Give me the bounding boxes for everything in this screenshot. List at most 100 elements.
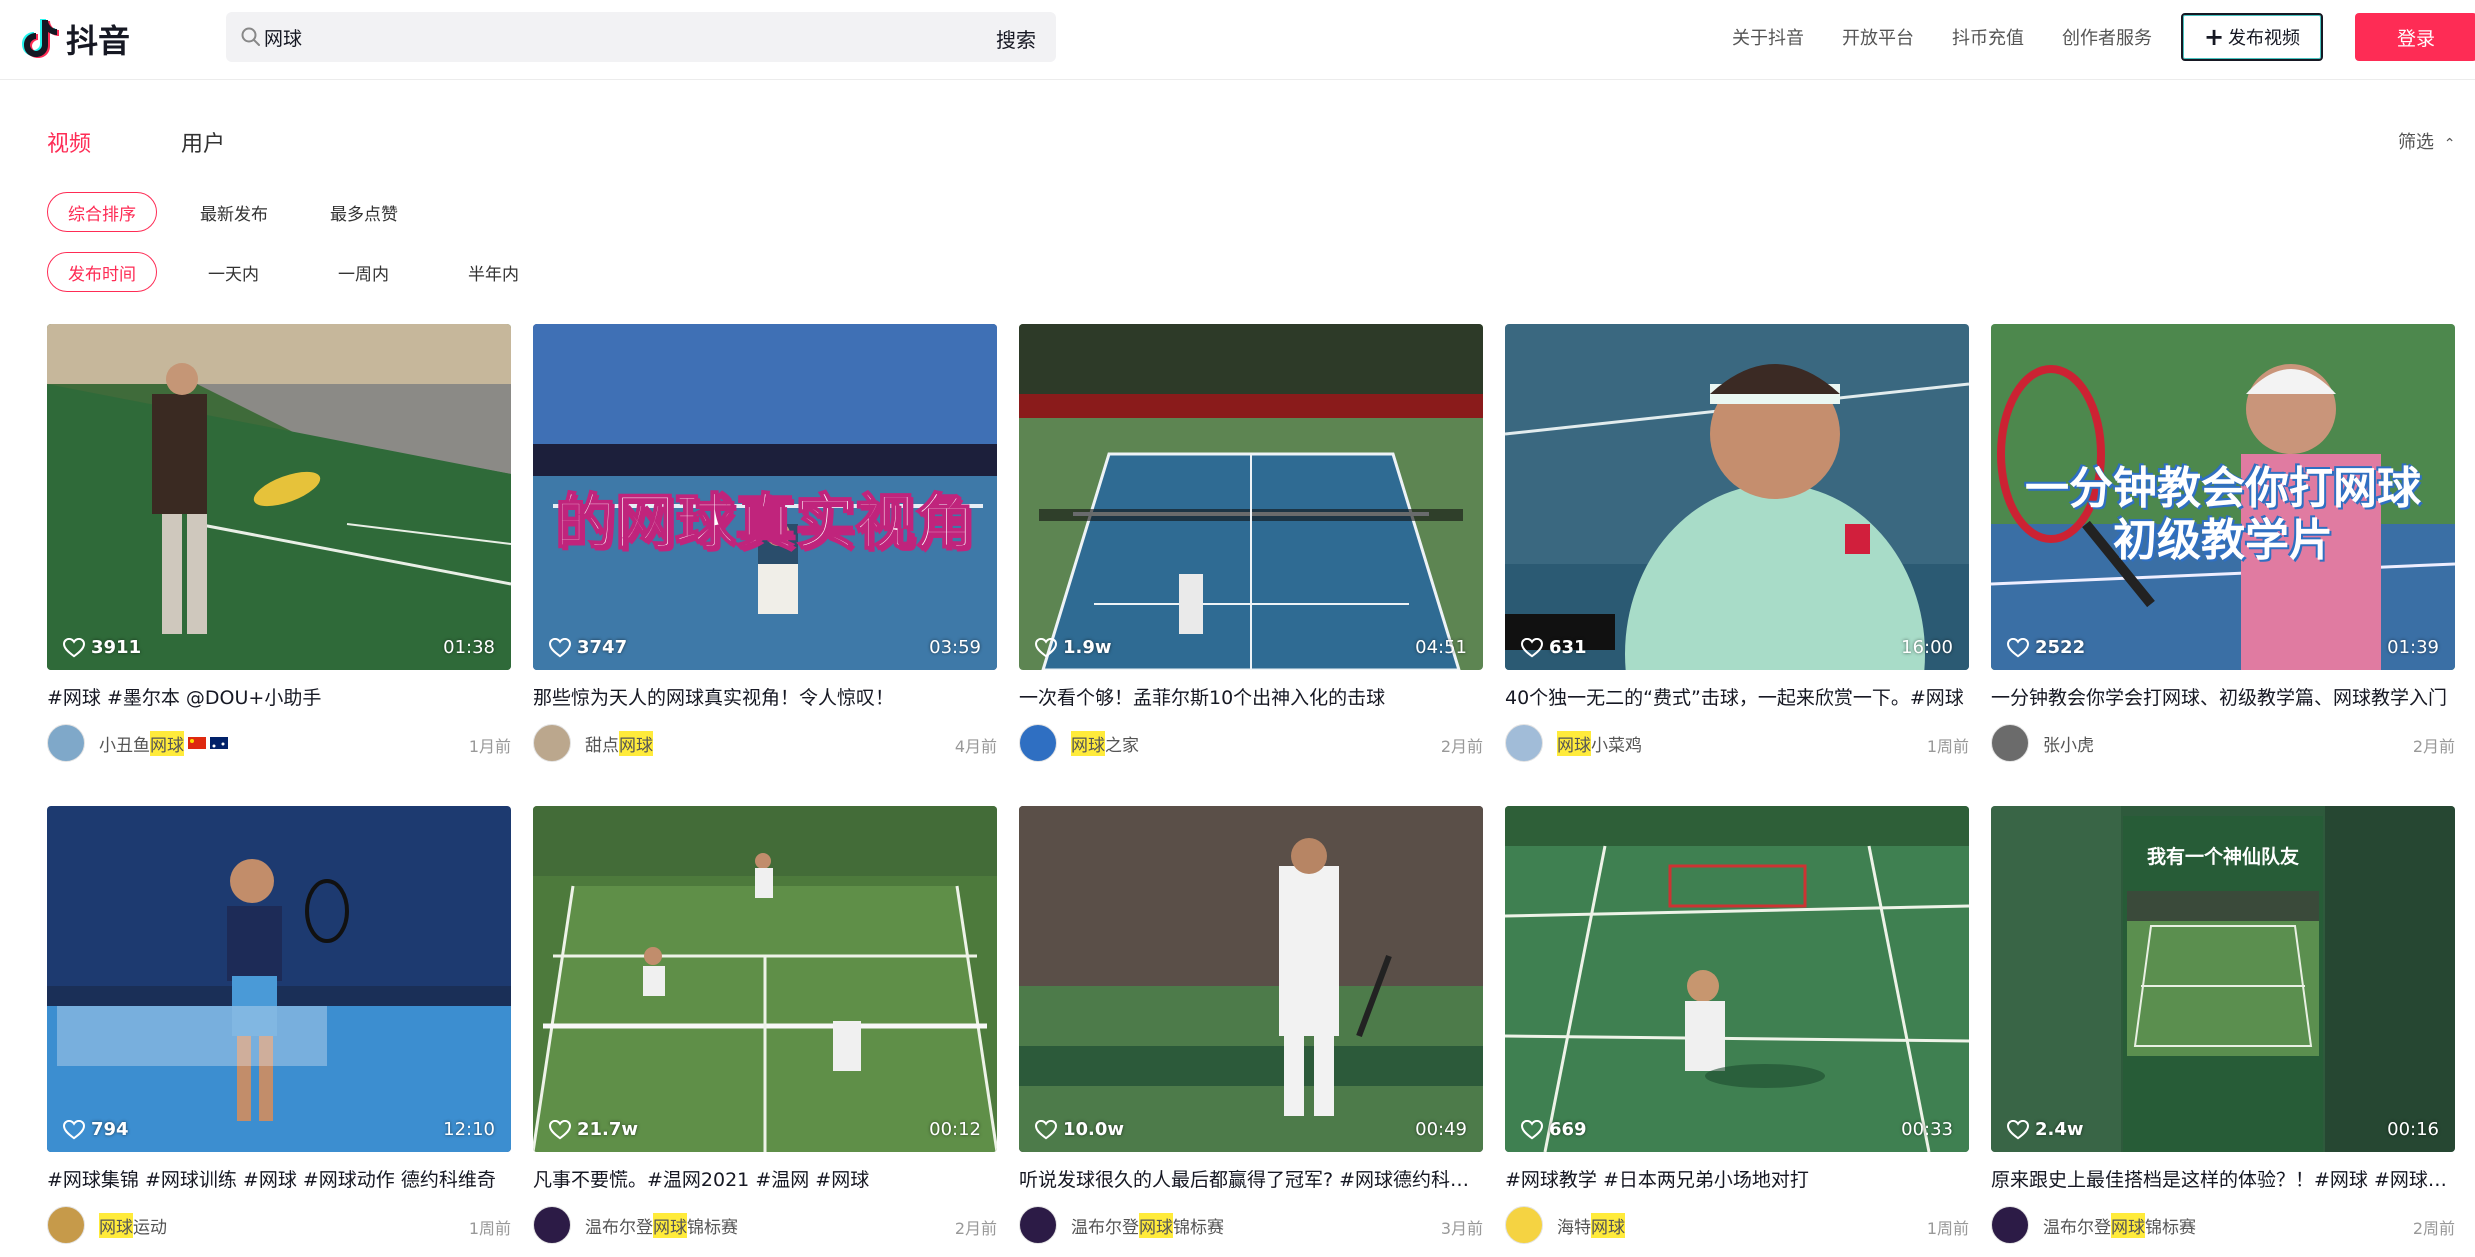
video-thumbnail[interactable]: 我有一个神仙队友 2.4w 00:16 [1991,806,2455,1152]
plus-icon: + [2203,23,2225,51]
author-name[interactable]: 小丑鱼 网球 [99,730,228,756]
video-thumbnail[interactable]: 的网球真实视角 3747 03:59 [533,324,997,670]
nav-open-platform[interactable]: 开放平台 [1842,24,1914,50]
search-button[interactable]: 搜索 [996,24,1036,53]
avatar[interactable] [47,1206,85,1244]
like-count-value: 10.0w [1063,1119,1125,1140]
video-card[interactable]: 794 12:10 #网球集锦 #网球训练 #网球 #网球动作 德约科维奇 网球… [47,806,511,1244]
avatar[interactable] [1505,1206,1543,1244]
sort-chip-comprehensive[interactable]: 综合排序 [47,192,157,232]
time-chip-half-year[interactable]: 半年内 [448,252,539,292]
author-name-highlight: 网球 [653,1212,687,1238]
douyin-logo[interactable]: 抖音 [22,16,130,62]
video-card[interactable]: 669 00:33 #网球教学 #日本两兄弟小场地对打 海特 网球 1周前 [1505,806,1969,1244]
video-title[interactable]: 听说发球很久的人最后都赢得了冠军? #网球德约科维奇 [1019,1166,1483,1194]
video-thumbnail[interactable]: 631 16:00 [1505,324,1969,670]
author-name[interactable]: 网球 之家 [1071,730,1139,756]
tab-video[interactable]: 视频 [47,126,91,158]
sort-chip-newest[interactable]: 最新发布 [180,192,288,232]
video-card[interactable]: 10.0w 00:49 听说发球很久的人最后都赢得了冠军? #网球德约科维奇 温… [1019,806,1483,1244]
author-name[interactable]: 温布尔登 网球 锦标赛 [1071,1212,1224,1238]
author-name[interactable]: 甜点 网球 [585,730,653,756]
avatar[interactable] [1019,1206,1057,1244]
video-duration: 01:39 [2387,637,2439,658]
video-card[interactable]: 的网球真实视角 3747 03:59 那些惊为天人的网球真实视角！令人惊叹！ 甜… [533,324,997,762]
nav-about[interactable]: 关于抖音 [1732,24,1804,50]
avatar[interactable] [1991,724,2029,762]
video-cover-image [1019,324,1483,670]
like-count: 1.9w [1035,637,1112,658]
video-card[interactable]: 631 16:00 40个独一无二的“费式”击球，一起来欣赏一下。#网球 网球小… [1505,324,1969,762]
video-card[interactable]: 1.9w 04:51 一次看个够！孟菲尔斯10个出神入化的击球 网球 之家 2月前 [1019,324,1483,762]
author-name-highlight: 网球 [150,730,184,756]
video-card[interactable]: 一分钟教会你打网球 初级教学片 2522 01:39 一分钟教会你学会打网球、初… [1991,324,2455,762]
video-meta: 海特 网球 1周前 [1505,1206,1969,1244]
video-title[interactable]: 凡事不要慌。#温网2021 #温网 #网球 [533,1166,997,1194]
video-thumbnail[interactable]: 10.0w 00:49 [1019,806,1483,1152]
video-title[interactable]: 一次看个够！孟菲尔斯10个出神入化的击球 [1019,684,1483,712]
video-meta: 小丑鱼 网球 1月前 [47,724,511,762]
video-duration: 04:51 [1415,637,1467,658]
tab-user[interactable]: 用户 [181,126,225,158]
author-name[interactable]: 海特 网球 [1557,1212,1625,1238]
video-thumbnail[interactable]: 3911 01:38 [47,324,511,670]
video-cover-image [47,806,511,1152]
nav-coin-recharge[interactable]: 抖币充值 [1952,24,2024,50]
author-name[interactable]: 张小虎 [2043,731,2094,756]
time-chip-one-day[interactable]: 一天内 [188,252,279,292]
video-meta: 网球 小菜鸡 1周前 [1505,724,1969,762]
video-cover-image [47,324,511,670]
author-name-prefix: 张小虎 [2043,735,2094,756]
author-name[interactable]: 温布尔登 网球 锦标赛 [2043,1212,2196,1238]
video-title[interactable]: 那些惊为天人的网球真实视角！令人惊叹！ [533,684,997,712]
china-flag-icon [188,737,206,749]
video-title[interactable]: #网球教学 #日本两兄弟小场地对打 [1505,1166,1969,1194]
time-chip-publish-time[interactable]: 发布时间 [47,252,157,292]
nav-creator-service[interactable]: 创作者服务 [2062,24,2152,50]
sort-chip-most-liked[interactable]: 最多点赞 [310,192,418,232]
video-title[interactable]: #网球 #墨尔本 @DOU+小助手 [47,684,511,712]
avatar[interactable] [47,724,85,762]
video-thumbnail[interactable]: 794 12:10 [47,806,511,1152]
avatar[interactable] [1019,724,1057,762]
video-title[interactable]: 一分钟教会你学会打网球、初级教学篇、网球教学入门 [1991,684,2455,712]
video-duration: 00:16 [2387,1119,2439,1140]
search-input[interactable] [264,12,964,62]
upload-label: 发布视频 [2228,28,2301,49]
like-count: 21.7w [549,1119,638,1140]
author-name[interactable]: 温布尔登 网球 锦标赛 [585,1212,738,1238]
video-meta: 张小虎 2月前 [1991,724,2455,762]
time-chip-one-week[interactable]: 一周内 [318,252,409,292]
avatar[interactable] [533,1206,571,1244]
video-thumbnail[interactable]: 21.7w 00:12 [533,806,997,1152]
australia-flag-icon [210,737,228,749]
author-name[interactable]: 网球 运动 [99,1212,167,1238]
video-title[interactable]: 原来跟史上最佳搭档是这样的体验？！#网球 #网球双打 [1991,1166,2455,1194]
douyin-logo-icon [22,19,59,58]
login-button[interactable]: 登录 [2355,13,2475,61]
video-duration: 00:33 [1901,1119,1953,1140]
video-thumbnail[interactable]: 1.9w 04:51 [1019,324,1483,670]
video-card[interactable]: 我有一个神仙队友 2.4w 00:16 原来跟史上最佳搭档是这样的体验？！#网球… [1991,806,2455,1244]
heart-icon [2007,637,2029,657]
filter-toggle[interactable]: 筛选 ⌃ [2398,128,2455,154]
publish-date: 3月前 [1440,1219,1483,1238]
upload-video-button[interactable]: + 发布视频 [2181,13,2323,61]
video-thumbnail[interactable]: 一分钟教会你打网球 初级教学片 2522 01:39 [1991,324,2455,670]
video-cover-image [1505,324,1969,670]
video-duration: 01:38 [443,637,495,658]
video-thumbnail[interactable]: 669 00:33 [1505,806,1969,1152]
author-name-prefix: 温布尔登 [1071,1217,1139,1238]
publish-date: 2周前 [2412,1219,2455,1238]
author-name[interactable]: 网球 小菜鸡 [1557,730,1642,756]
avatar[interactable] [533,724,571,762]
video-card[interactable]: 3911 01:38 #网球 #墨尔本 @DOU+小助手 小丑鱼 网球 1月前 [47,324,511,762]
avatar[interactable] [1991,1206,2029,1244]
video-overlay-text: 的网球真实视角 [554,487,976,559]
chevron-up-icon: ⌃ [2443,136,2456,152]
publish-date: 1周前 [1926,737,1969,756]
video-title[interactable]: #网球集锦 #网球训练 #网球 #网球动作 德约科维奇 [47,1166,511,1194]
video-title[interactable]: 40个独一无二的“费式”击球，一起来欣赏一下。#网球 [1505,684,1969,712]
avatar[interactable] [1505,724,1543,762]
video-card[interactable]: 21.7w 00:12 凡事不要慌。#温网2021 #温网 #网球 温布尔登 网球… [533,806,997,1244]
